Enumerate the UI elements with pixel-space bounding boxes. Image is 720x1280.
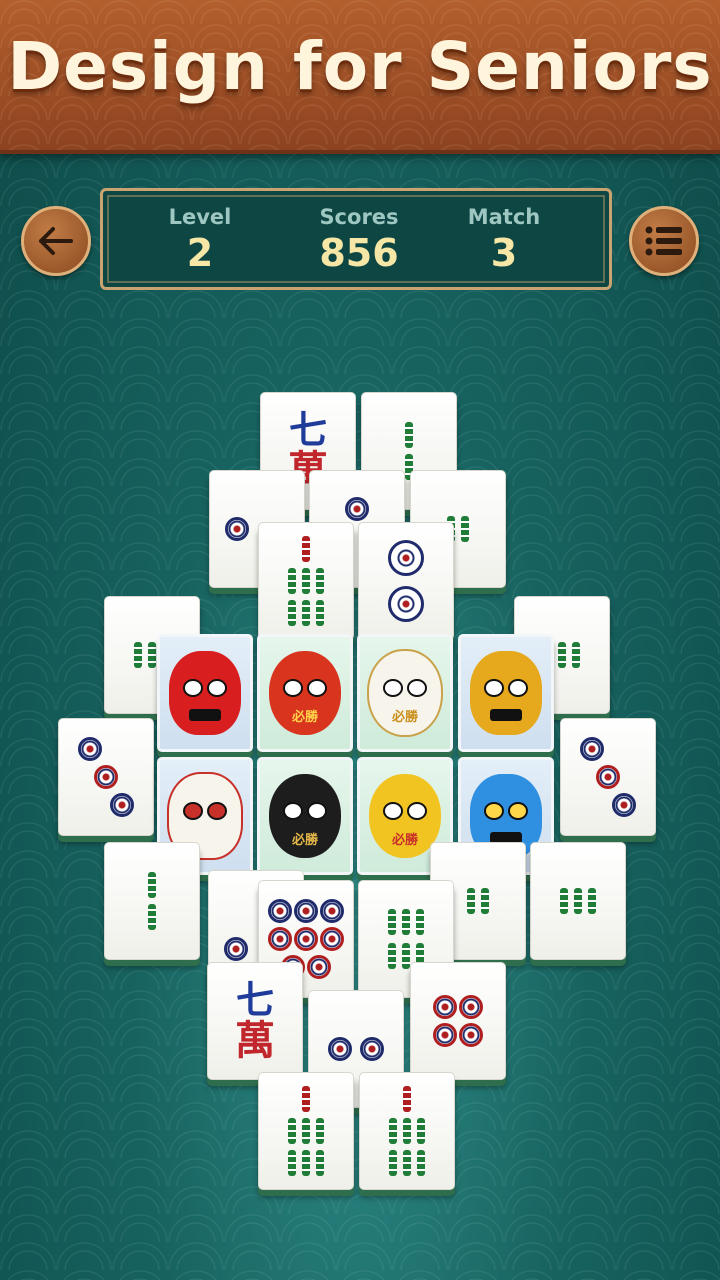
bamboo-stick-icon	[481, 888, 489, 914]
bamboo-stick-icon	[302, 600, 310, 626]
bamboo-stick-icon	[467, 888, 475, 914]
character-seven-glyph: 七	[288, 407, 327, 452]
bamboo-stick-icon	[417, 1118, 425, 1144]
mahjong-tile-bamboo[interactable]	[530, 842, 626, 960]
bamboo-stick-icon	[316, 568, 324, 594]
bamboo-stick-icon	[403, 1118, 411, 1144]
bamboo-stick-icon	[560, 888, 568, 914]
circle-dot-icon	[433, 995, 457, 1019]
bamboo-stick-icon	[302, 1086, 310, 1112]
mahjong-tile-circle[interactable]	[560, 718, 656, 836]
mahjong-tile-bamboo[interactable]	[258, 1072, 354, 1190]
circle-dot-icon	[94, 765, 118, 789]
bamboo-stick-icon	[302, 536, 310, 562]
bamboo-stick-icon	[572, 642, 580, 668]
bamboo-stick-icon	[588, 888, 596, 914]
bamboo-stick-icon	[148, 872, 156, 898]
mahjong-tile-circle[interactable]	[58, 718, 154, 836]
bamboo-stick-icon	[302, 1118, 310, 1144]
mahjong-tile-bamboo[interactable]	[359, 1072, 455, 1190]
bamboo-stick-icon	[288, 600, 296, 626]
circle-dot-icon	[225, 517, 249, 541]
circle-dot-icon	[320, 899, 344, 923]
bamboo-stick-icon	[416, 909, 424, 935]
circle-dot-icon	[268, 927, 292, 951]
circle-dot-icon	[459, 995, 483, 1019]
mahjong-tile-mask[interactable]: 必勝	[257, 634, 353, 752]
bamboo-stick-icon	[405, 422, 413, 448]
mahjong-tile-circle[interactable]	[410, 962, 506, 1080]
black-daruma-icon: 必勝	[269, 774, 341, 858]
bamboo-stick-icon	[403, 1150, 411, 1176]
circle-dot-icon	[320, 927, 344, 951]
bamboo-stick-icon	[417, 1150, 425, 1176]
daruma-text: 必勝	[291, 710, 318, 725]
bamboo-stick-icon	[302, 1150, 310, 1176]
bamboo-stick-icon	[402, 909, 410, 935]
circle-dot-icon	[78, 737, 102, 761]
circle-dot-icon	[580, 737, 604, 761]
bamboo-stick-icon	[389, 1118, 397, 1144]
bamboo-stick-icon	[288, 568, 296, 594]
mahjong-tile-mask[interactable]	[458, 634, 554, 752]
bamboo-stick-icon	[389, 1150, 397, 1176]
white-daruma-icon: 必勝	[367, 649, 443, 737]
circle-dot-icon	[307, 955, 331, 979]
circle-dot-icon	[328, 1037, 352, 1061]
bamboo-stick-icon	[316, 1150, 324, 1176]
circle-dot-icon	[459, 1023, 483, 1047]
bamboo-stick-icon	[288, 1150, 296, 1176]
circle-dot-icon	[433, 1023, 457, 1047]
bamboo-stick-icon	[403, 1086, 411, 1112]
daruma-text: 必勝	[291, 833, 318, 848]
bamboo-stick-icon	[134, 642, 142, 668]
red-daruma-icon: 必勝	[269, 651, 341, 735]
gold-oni-mask-icon	[470, 651, 542, 735]
mahjong-tile-bamboo[interactable]	[104, 842, 200, 960]
daruma-text: 必勝	[391, 710, 418, 725]
circle-dot-icon	[294, 899, 318, 923]
circle-dot-icon	[360, 1037, 384, 1061]
bamboo-stick-icon	[302, 568, 310, 594]
mahjong-tile-bamboo[interactable]	[258, 522, 354, 640]
circle-dot-icon	[110, 793, 134, 817]
bamboo-stick-icon	[574, 888, 582, 914]
circle-dot-icon	[612, 793, 636, 817]
bamboo-stick-icon	[558, 642, 566, 668]
mahjong-board: 七 萬 必勝 必勝 必勝 必勝 七 萬	[0, 0, 720, 1280]
bamboo-stick-icon	[288, 1118, 296, 1144]
bamboo-stick-icon	[316, 600, 324, 626]
circle-dot-icon	[596, 765, 620, 789]
circle-dot-icon	[388, 586, 424, 622]
circle-dot-icon	[268, 899, 292, 923]
mahjong-tile-circle[interactable]	[358, 522, 454, 640]
bamboo-stick-icon	[388, 943, 396, 969]
bamboo-stick-icon	[316, 1118, 324, 1144]
bamboo-stick-icon	[402, 943, 410, 969]
bamboo-stick-icon	[388, 909, 396, 935]
mahjong-tile-mask[interactable]: 必勝	[257, 757, 353, 875]
character-seven-glyph: 七	[235, 977, 274, 1022]
bamboo-stick-icon	[461, 516, 469, 542]
mahjong-tile-character[interactable]: 七 萬	[207, 962, 303, 1080]
circle-dot-icon	[294, 927, 318, 951]
mahjong-tile-mask[interactable]	[157, 634, 253, 752]
circle-dot-icon	[345, 497, 369, 521]
bamboo-stick-icon	[148, 904, 156, 930]
character-wan-glyph: 萬	[235, 1017, 275, 1064]
circle-dot-icon	[224, 937, 248, 961]
bamboo-stick-icon	[148, 642, 156, 668]
circle-dot-icon	[388, 540, 424, 576]
mahjong-tile-mask[interactable]: 必勝	[357, 634, 453, 752]
red-tengu-mask-icon	[169, 651, 241, 735]
